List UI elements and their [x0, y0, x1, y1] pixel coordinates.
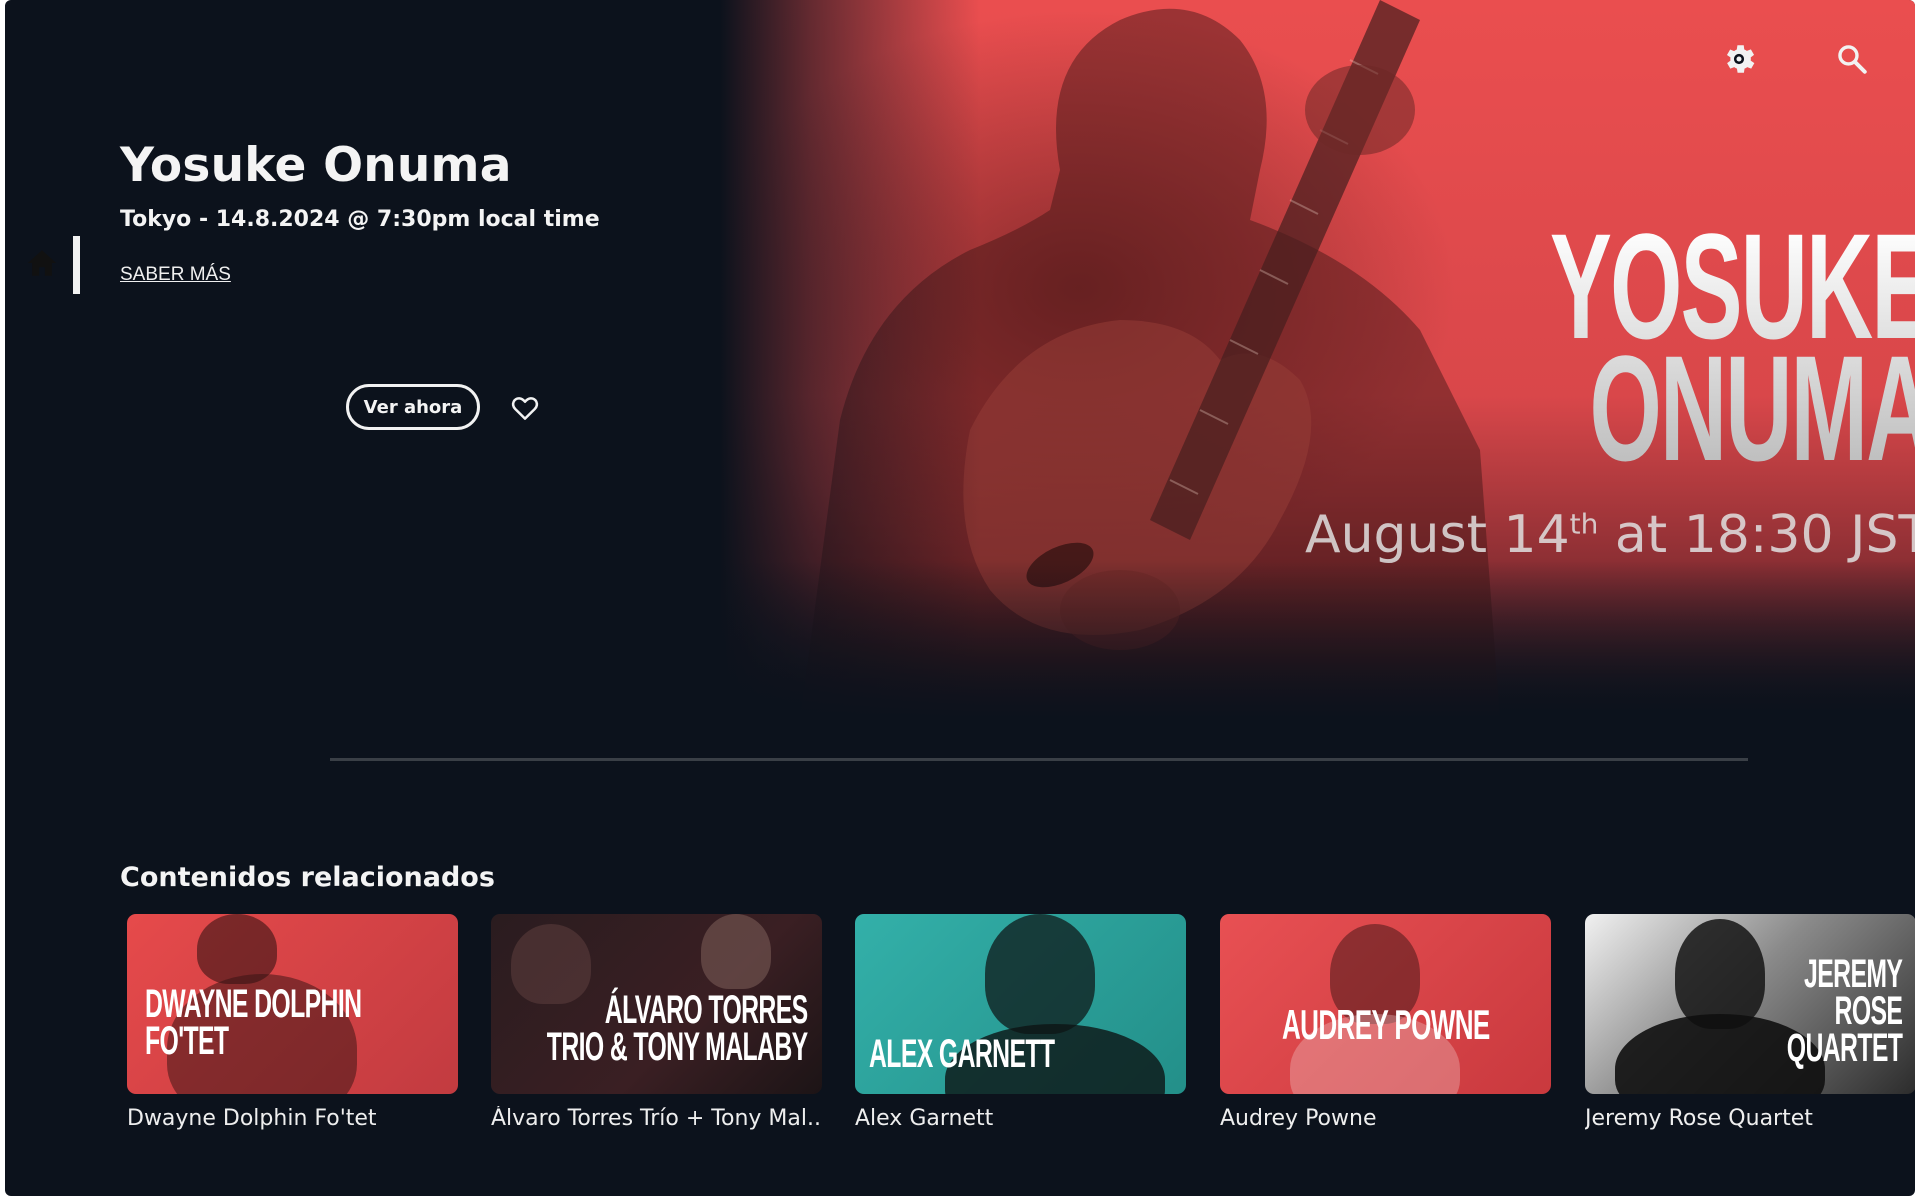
page-title: Yosuke Onuma	[120, 138, 512, 193]
more-info-link[interactable]: SABER MÁS	[120, 264, 231, 286]
card-thumbnail: Alex Garnett	[855, 914, 1186, 1094]
card-poster-title: Dwayne Dolphin Fo'tet	[145, 982, 362, 1063]
related-card[interactable]: Alex Garnett Alex Garnett	[855, 914, 1186, 1131]
related-section-title: Contenidos relacionados	[120, 862, 495, 893]
card-label: Jeremy Rose Quartet	[1585, 1106, 1813, 1131]
card-thumbnail: Álvaro Torres Trio & Tony Malaby	[491, 914, 822, 1094]
card-poster-title: Audrey Powne	[1282, 1001, 1490, 1048]
poster-date: August 14th at 18:30 JST	[1305, 505, 1915, 565]
hero-banner: YOSUKE ONUMA August 14th at 18:30 JST Yo…	[5, 0, 1915, 720]
search-icon[interactable]	[1835, 42, 1869, 76]
card-thumbnail: Dwayne Dolphin Fo'tet	[127, 914, 458, 1094]
section-divider	[330, 758, 1748, 761]
nav-active-indicator	[73, 236, 80, 294]
app-window: YOSUKE ONUMA August 14th at 18:30 JST Yo…	[5, 0, 1915, 1196]
gear-icon[interactable]	[1720, 40, 1758, 78]
card-label: Audrey Powne	[1220, 1106, 1377, 1131]
card-poster-title: Alex Garnett	[869, 1032, 1055, 1076]
related-card[interactable]: Audrey Powne Audrey Powne	[1220, 914, 1551, 1131]
event-subtitle: Tokyo - 14.8.2024 @ 7:30pm local time	[120, 207, 600, 232]
related-card[interactable]: Dwayne Dolphin Fo'tet Dwayne Dolphin Fo'…	[127, 914, 458, 1131]
card-thumbnail: Jeremy Rose Quartet	[1585, 914, 1915, 1094]
heart-icon	[511, 397, 539, 420]
card-thumbnail: Audrey Powne	[1220, 914, 1551, 1094]
card-label: Alex Garnett	[855, 1106, 994, 1131]
hero-bottom-fade	[720, 560, 1915, 720]
card-poster-title: Jeremy Rose Quartet	[1786, 952, 1902, 1070]
related-card[interactable]: Álvaro Torres Trio & Tony Malaby Álvaro …	[491, 914, 822, 1131]
watch-now-button[interactable]: Ver ahora	[346, 384, 480, 430]
card-label: Álvaro Torres Trío + Tony Mal...	[491, 1106, 822, 1131]
favorite-button[interactable]	[510, 393, 540, 423]
card-poster-title: Álvaro Torres Trio & Tony Malaby	[547, 988, 808, 1069]
related-card[interactable]: Jeremy Rose Quartet Jeremy Rose Quartet	[1585, 914, 1915, 1131]
card-label: Dwayne Dolphin Fo'tet	[127, 1106, 377, 1131]
home-icon[interactable]	[25, 246, 59, 280]
poster-artist-name: YOSUKE ONUMA	[1549, 225, 1915, 469]
